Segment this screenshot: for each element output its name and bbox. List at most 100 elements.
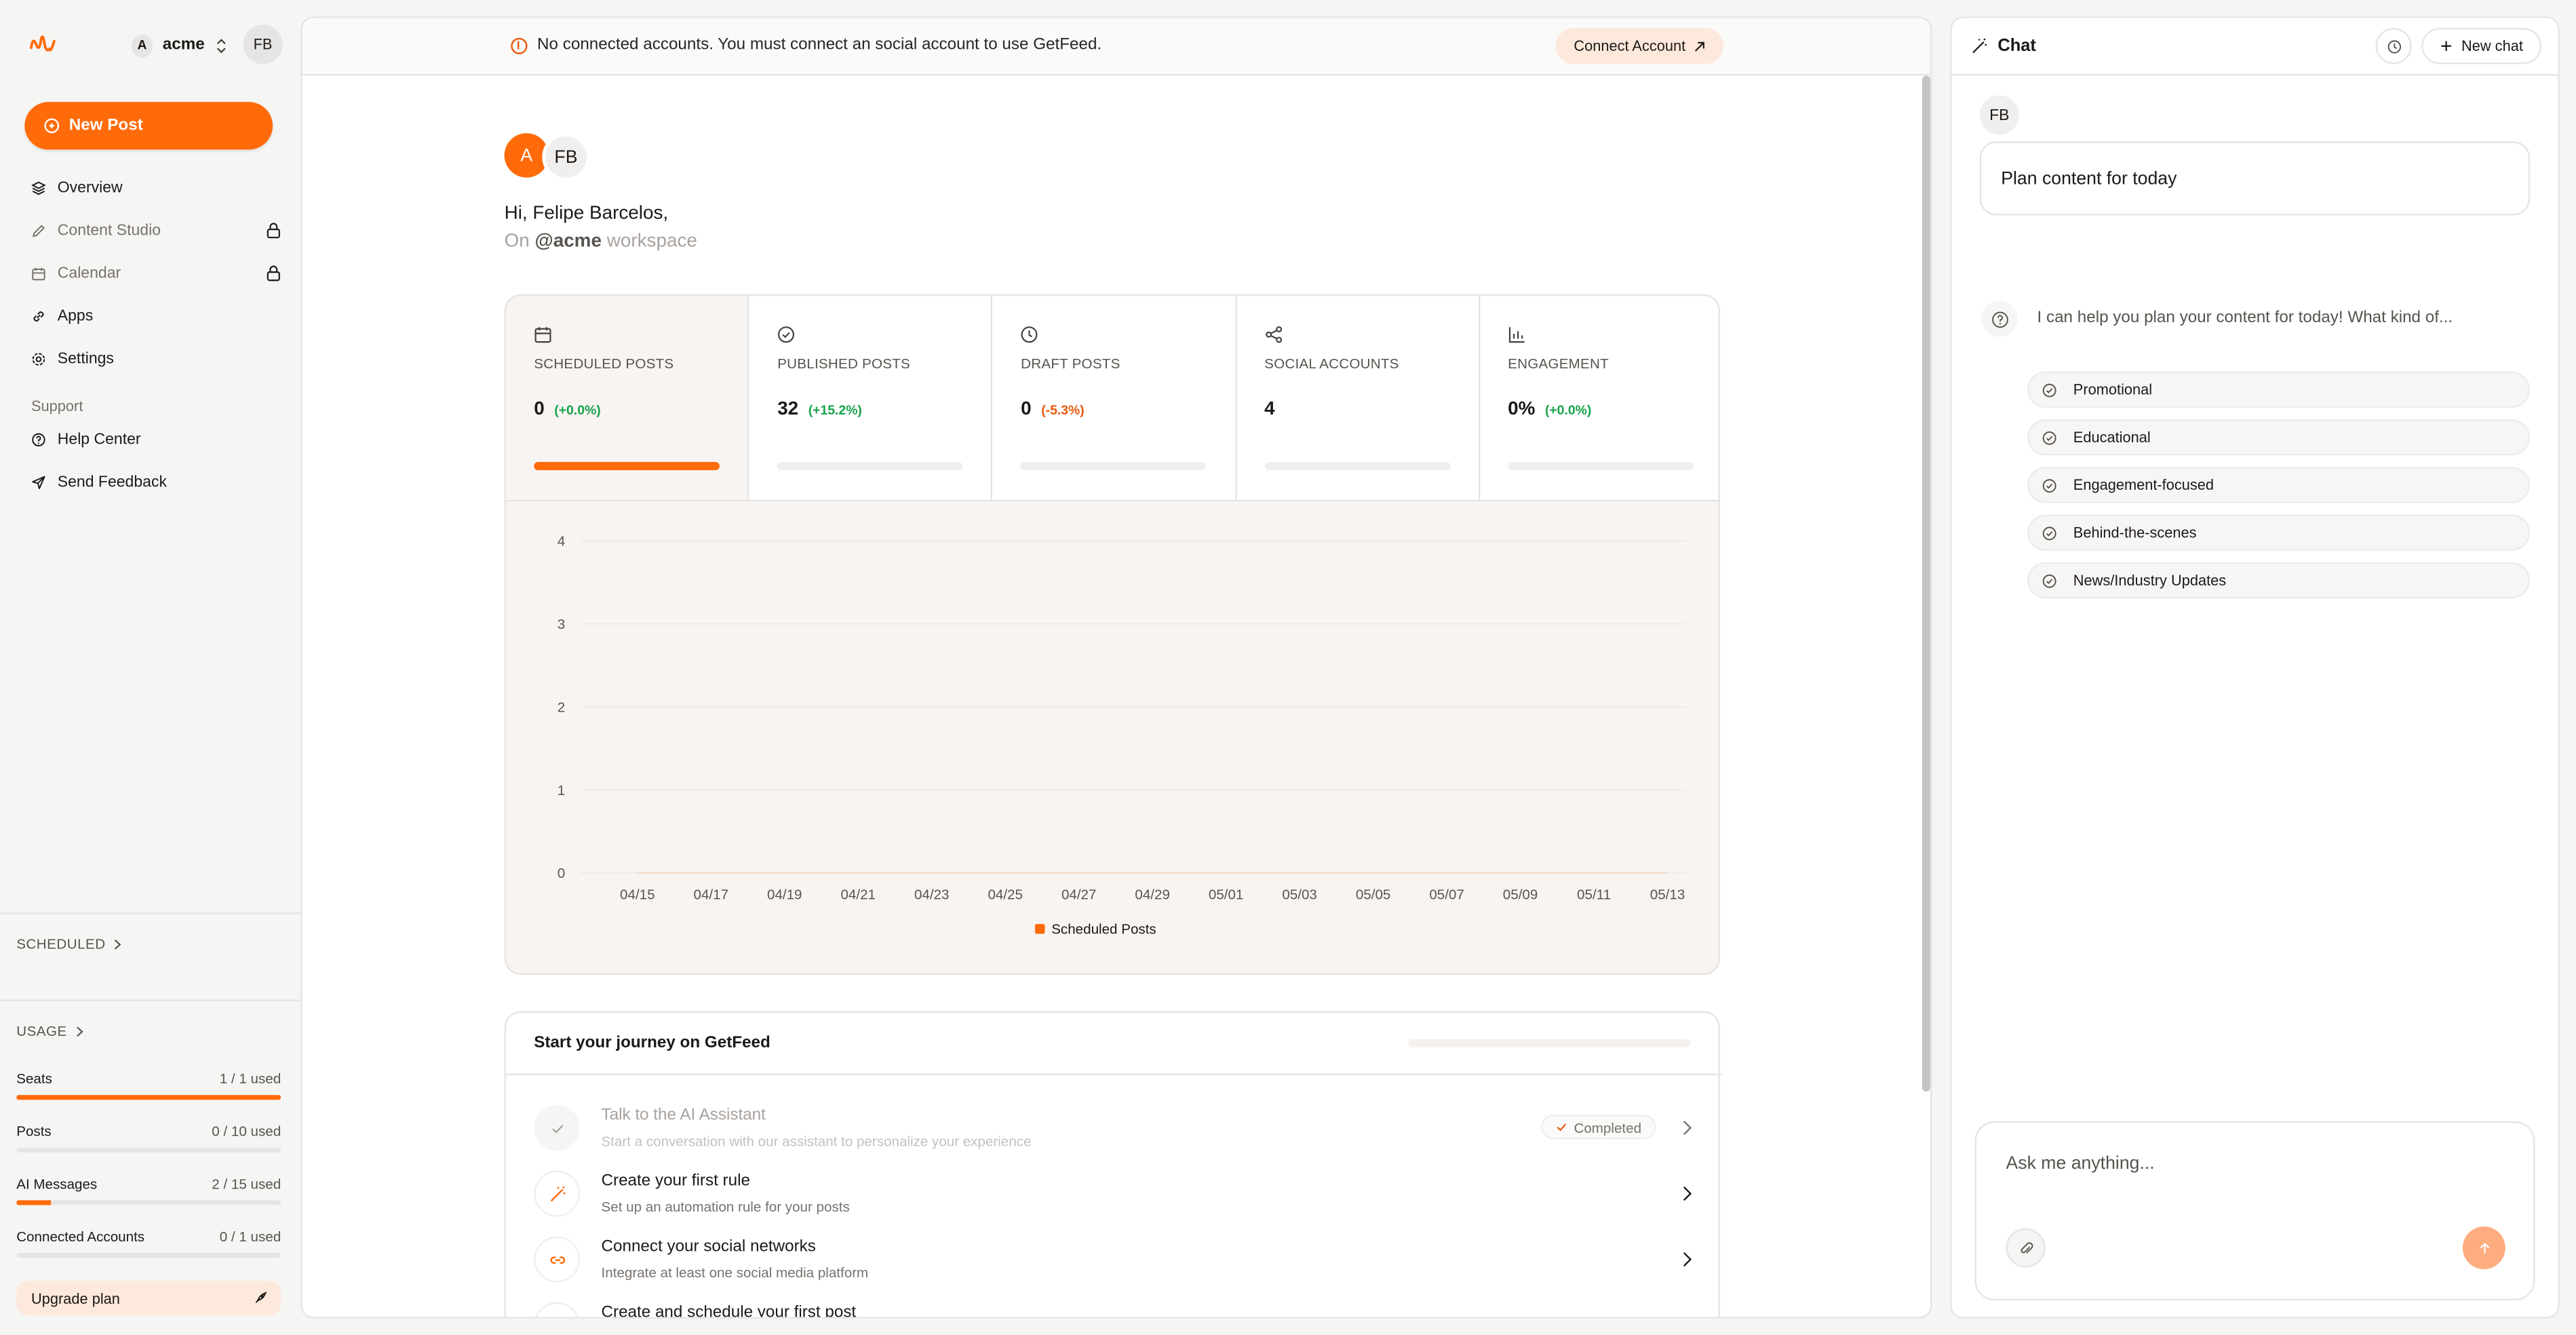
send-button[interactable] <box>2462 1226 2505 1270</box>
x-tick-label: 04/25 <box>988 887 1022 903</box>
sidebar-item-overview[interactable]: Overview <box>16 170 286 206</box>
chat-input-box[interactable]: Ask me anything... <box>1974 1121 2535 1301</box>
chevron-right-icon <box>115 938 122 949</box>
journey-item-icon <box>534 1236 581 1283</box>
usage-bar-fill <box>16 1200 52 1205</box>
chat-history-button[interactable] <box>2375 28 2412 64</box>
main-panel: No connected accounts. You must connect … <box>300 16 1932 1319</box>
check-circle-icon <box>778 326 795 343</box>
journey-item-icon <box>534 1104 581 1151</box>
main-scrollbar-thumb[interactable] <box>1921 75 1931 1092</box>
no-accounts-banner: No connected accounts. You must connect … <box>302 18 1931 76</box>
banner-message: No connected accounts. You must connect … <box>511 36 1101 54</box>
calendar-icon <box>32 267 45 280</box>
lock-icon <box>267 265 280 282</box>
gear-icon <box>32 352 45 365</box>
sidebar-item-label: Overview <box>57 178 123 197</box>
legend-swatch <box>1034 924 1045 934</box>
arrow-up-icon <box>2479 1241 2489 1253</box>
suggestion-chip[interactable]: News/Industry Updates <box>2027 562 2531 599</box>
stat-delta: (+0.0%) <box>554 402 601 418</box>
getfeed-logo-icon[interactable] <box>30 30 56 60</box>
sidebar-item-settings[interactable]: Settings <box>16 341 286 376</box>
divider <box>0 999 301 1002</box>
sidebar-item-apps[interactable]: Apps <box>16 298 286 334</box>
new-chat-button[interactable]: New chat <box>2421 28 2542 64</box>
y-tick-label: 4 <box>558 534 565 549</box>
sidebar-item-send-feedback[interactable]: Send Feedback <box>16 463 286 499</box>
link-icon <box>33 310 44 321</box>
user-message: Plan content for today <box>1979 141 2531 216</box>
calendar-icon <box>534 327 551 343</box>
stat-bar <box>777 462 963 471</box>
check-circle-icon <box>2042 383 2056 397</box>
suggestion-chip[interactable]: Promotional <box>2027 371 2531 408</box>
workspace-switcher[interactable]: A acme <box>125 26 233 64</box>
new-post-button[interactable]: New Post <box>24 102 273 150</box>
user-avatar[interactable]: FB <box>243 24 283 64</box>
sidebar-item-label: Settings <box>57 349 114 368</box>
connect-account-button[interactable]: Connect Account <box>1555 28 1723 64</box>
user-avatar: FB <box>1979 95 2019 135</box>
lock-icon <box>267 222 280 239</box>
stat-social-accounts[interactable]: SOCIAL ACCOUNTS 4 <box>1236 296 1480 500</box>
usage-bar-fill <box>16 1095 281 1100</box>
suggestion-chip[interactable]: Engagement-focused <box>2027 467 2531 503</box>
chat-header: Chat New chat <box>1951 18 2558 76</box>
y-tick-label: 2 <box>558 699 565 715</box>
divider <box>0 912 301 914</box>
sidebar-item-content-studio[interactable]: Content Studio <box>16 212 286 248</box>
chat-input-placeholder[interactable]: Ask me anything... <box>2006 1154 2154 1174</box>
upgrade-plan-button[interactable]: Upgrade plan <box>16 1281 281 1315</box>
usage-label: Posts <box>16 1123 52 1140</box>
calendar-icon <box>548 1316 566 1319</box>
sidebar-item-calendar[interactable]: Calendar <box>16 255 286 291</box>
stat-bar <box>1021 462 1207 471</box>
layers-icon <box>31 180 46 195</box>
stat-label: DRAFT POSTS <box>1021 355 1120 372</box>
plus-icon <box>2441 41 2452 52</box>
check-circle-icon <box>2042 526 2056 540</box>
workspace-badge: A <box>131 33 153 57</box>
journey-item-connect-networks[interactable]: Connect your social networks Integrate a… <box>506 1226 1721 1292</box>
sidebar-item-help-center[interactable]: Help Center <box>16 421 286 457</box>
suggestion-label: Promotional <box>2073 381 2153 398</box>
journey-item-first-rule[interactable]: Create your first rule Set up an automat… <box>506 1161 1721 1226</box>
stat-value: 4 <box>1264 399 1275 420</box>
assistant-avatar <box>1981 301 2018 337</box>
usage-value: 2 / 15 used <box>212 1175 281 1193</box>
stat-bar <box>1508 462 1694 471</box>
stat-engagement[interactable]: ENGAGEMENT 0% (+0.0%) <box>1480 296 1719 500</box>
usage-connected-accounts: Connected Accounts 0 / 1 used <box>16 1228 281 1244</box>
suggestion-chip[interactable]: Educational <box>2027 419 2531 456</box>
stat-draft-posts[interactable]: DRAFT POSTS 0 (-5.3%) <box>993 296 1236 500</box>
scheduled-section-toggle[interactable]: SCHEDULED <box>16 935 122 952</box>
suggestion-chip[interactable]: Behind-the-scenes <box>2027 514 2531 551</box>
x-tick-label: 05/03 <box>1282 887 1316 903</box>
x-tick-label: 04/17 <box>694 887 728 903</box>
greeting-workspace-name: @acme <box>534 231 602 252</box>
journey-item-desc: Set up an automation rule for your posts <box>601 1198 850 1216</box>
scheduled-label: SCHEDULED <box>16 935 106 952</box>
journey-item-ai-assistant[interactable]: Talk to the AI Assistant Start a convers… <box>506 1095 1721 1161</box>
attach-button[interactable] <box>2006 1228 2046 1268</box>
journey-header: Start your journey on GetFeed <box>506 1013 1722 1076</box>
usage-bar-posts <box>16 1147 281 1152</box>
stat-published-posts[interactable]: PUBLISHED POSTS 32 (+15.2%) <box>749 296 993 500</box>
check-icon <box>551 1124 563 1133</box>
greeting-suffix: workspace <box>606 231 697 252</box>
help-circle-icon <box>1991 311 2008 328</box>
chat-title: Chat <box>1972 36 2036 56</box>
check-icon <box>1557 1123 1567 1131</box>
usage-bar-ai-messages <box>16 1200 281 1205</box>
stat-scheduled-posts[interactable]: SCHEDULED POSTS 0 (+0.0%) <box>506 296 750 500</box>
journey-item-schedule-post[interactable]: Create and schedule your first post <box>506 1292 1721 1319</box>
rocket-icon <box>255 1291 267 1303</box>
chart-legend: Scheduled Posts <box>1034 921 1156 937</box>
usage-section-toggle[interactable]: USAGE <box>16 1023 83 1039</box>
alert-circle-icon <box>511 37 528 54</box>
app-root: A acme FB New Post Overview Content Stud… <box>0 0 2576 1335</box>
check-circle-icon <box>2042 573 2056 587</box>
x-tick-label: 05/13 <box>1650 887 1685 903</box>
scheduled-posts-chart: 0 1 2 3 4 04/15 04/17 04/19 04/21 04/23 04/25 04/27… <box>558 534 1686 903</box>
